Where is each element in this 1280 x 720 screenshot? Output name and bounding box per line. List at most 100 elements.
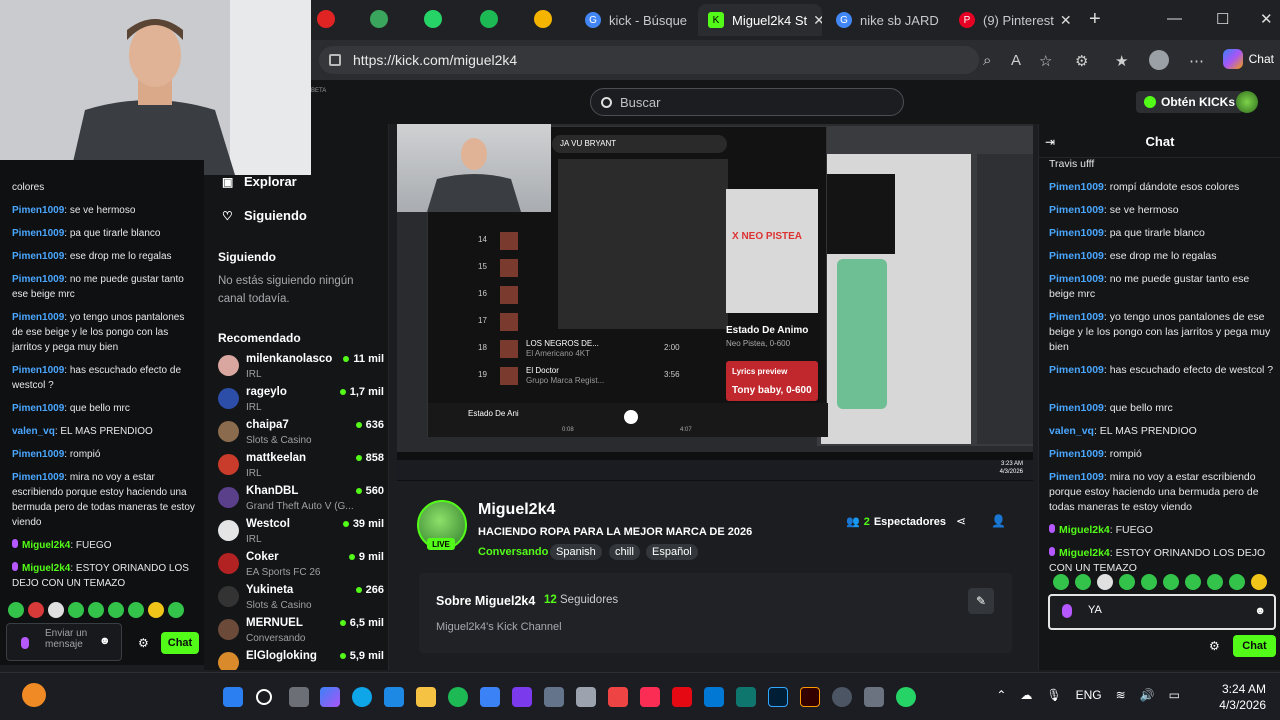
chat-username[interactable]: Pimen1009: [1049, 402, 1104, 414]
emote-icon[interactable]: [1185, 574, 1201, 590]
app-icon[interactable]: [576, 687, 596, 707]
chat-username[interactable]: valen_vq: [1049, 425, 1094, 437]
chat-username[interactable]: Pimen1009: [1049, 273, 1104, 285]
taskbar-clock[interactable]: 3:24 AM 4/3/2026: [1219, 681, 1266, 713]
mic-icon[interactable]: 🎙: [1046, 688, 1061, 702]
recommended-channel[interactable]: KhanDBL Grand Theft Auto V (G... 560: [218, 485, 388, 517]
recommended-channel[interactable]: rageylo IRL 1,7 mil: [218, 386, 388, 418]
battery-icon[interactable]: ▭: [1169, 688, 1180, 702]
chat-username[interactable]: Pimen1009: [1049, 227, 1104, 239]
edge-icon[interactable]: [352, 687, 372, 707]
emoji-icon[interactable]: ☻: [1254, 605, 1266, 617]
video-player[interactable]: JA VU BRYANT X NEO PISTEA Estado De Anim…: [397, 124, 1033, 481]
task-view-icon[interactable]: [289, 687, 309, 707]
file-explorer-icon[interactable]: [416, 687, 436, 707]
recommended-channel[interactable]: MERNUEL Conversando 6,5 mil: [218, 617, 388, 649]
spotify-icon[interactable]: [448, 687, 468, 707]
app-icon[interactable]: [608, 687, 628, 707]
recommended-channel[interactable]: chaipa7 Slots & Casino 636: [218, 419, 388, 451]
chat-username[interactable]: Pimen1009: [1049, 181, 1104, 193]
nav-following[interactable]: ♡ Siguiendo: [222, 208, 307, 223]
chat-username[interactable]: Pimen1009: [12, 449, 64, 460]
chat-username[interactable]: Pimen1009: [12, 228, 64, 239]
get-kicks-button[interactable]: Obtén KICKs: [1136, 91, 1244, 113]
wifi-icon[interactable]: ≋: [1116, 688, 1126, 702]
close-tab-icon[interactable]: ✕: [687, 12, 693, 29]
chat-username[interactable]: Miguel2k4: [1059, 524, 1110, 536]
close-window-icon[interactable]: ✕: [1260, 10, 1273, 28]
tag-spanish[interactable]: Spanish: [550, 544, 602, 560]
music-icon[interactable]: [640, 687, 660, 707]
chat-username[interactable]: Pimen1009: [1049, 448, 1104, 460]
calculator-icon[interactable]: [704, 687, 724, 707]
tab-kick-search[interactable]: G kick - Búsque ✕: [575, 4, 693, 36]
emote-icon[interactable]: [1119, 574, 1135, 590]
chat-username[interactable]: Pimen1009: [1049, 311, 1104, 323]
chat-username[interactable]: Pimen1009: [12, 251, 64, 262]
favorites-icon[interactable]: ★: [1115, 52, 1128, 70]
recommended-channel[interactable]: milenkanolasco IRL 11 mil: [218, 353, 388, 385]
settings-icon[interactable]: [864, 687, 884, 707]
copilot-icon[interactable]: [320, 687, 340, 707]
app-icon[interactable]: [544, 687, 564, 707]
url-bar[interactable]: https://kick.com/miguel2k4: [319, 46, 979, 74]
chat-username[interactable]: Pimen1009: [12, 312, 64, 323]
chevron-up-icon[interactable]: ⌃: [996, 688, 1006, 702]
chat-settings-icon[interactable]: ⚙: [1209, 639, 1220, 653]
chat-input[interactable]: YA ☻: [1048, 594, 1276, 630]
chat-username[interactable]: valen_vq: [12, 426, 55, 437]
weather-widget-icon[interactable]: [22, 683, 46, 707]
tag-espanol[interactable]: Español: [646, 544, 698, 560]
emote-icon[interactable]: [1251, 574, 1267, 590]
chat-username[interactable]: Miguel2k4: [22, 540, 70, 551]
emote-icon[interactable]: [1229, 574, 1245, 590]
extensions-icon[interactable]: ⚙: [1075, 52, 1088, 70]
zoom-icon[interactable]: ⌕: [983, 52, 991, 69]
chat-username[interactable]: Pimen1009: [12, 205, 64, 216]
emote-icon[interactable]: [1075, 574, 1091, 590]
store-icon[interactable]: [384, 687, 404, 707]
emote-icon[interactable]: [1163, 574, 1179, 590]
tab-miguel2k4[interactable]: K Miguel2k4 St ✕: [698, 4, 822, 36]
photoshop-icon[interactable]: [768, 687, 788, 707]
volume-icon[interactable]: 🔊: [1140, 688, 1155, 702]
emote-icon[interactable]: [1097, 574, 1113, 590]
minimize-icon[interactable]: —: [1167, 10, 1182, 27]
tab-nike[interactable]: G nike sb JARD ✕: [826, 4, 944, 36]
maximize-icon[interactable]: ☐: [1216, 10, 1229, 28]
defender-icon[interactable]: [480, 687, 500, 707]
chat-username[interactable]: Pimen1009: [1049, 471, 1104, 483]
close-tab-icon[interactable]: ✕: [807, 12, 822, 29]
language-indicator[interactable]: ENG: [1076, 688, 1102, 702]
whatsapp-icon[interactable]: [896, 687, 916, 707]
chat-username[interactable]: Pimen1009: [12, 403, 64, 414]
xbox-pinned-tab[interactable]: [370, 10, 388, 28]
spotify-pinned-tab[interactable]: [480, 10, 498, 28]
app-icon[interactable]: [832, 687, 852, 707]
app-icon[interactable]: [736, 687, 756, 707]
netflix-icon[interactable]: [672, 687, 692, 707]
search-input[interactable]: Buscar: [590, 88, 904, 116]
recommended-channel[interactable]: Yukineta Slots & Casino 266: [218, 584, 388, 616]
youtube-pinned-tab[interactable]: [317, 10, 335, 28]
chat-username[interactable]: Pimen1009: [12, 365, 64, 376]
favorite-star-icon[interactable]: ☆: [1039, 52, 1052, 70]
app-icon[interactable]: [512, 687, 532, 707]
stream-category[interactable]: Conversando: [478, 546, 548, 558]
emote-icon[interactable]: [1141, 574, 1157, 590]
chat-username[interactable]: Miguel2k4: [22, 563, 70, 574]
chat-username[interactable]: Pimen1009: [1049, 250, 1104, 262]
start-icon[interactable]: [223, 687, 243, 707]
send-chat-button[interactable]: Chat: [1233, 635, 1276, 657]
copilot-chat-button[interactable]: Chat: [1222, 49, 1274, 69]
channel-name[interactable]: Miguel2k4: [478, 501, 555, 519]
read-aloud-icon[interactable]: A: [1011, 52, 1021, 69]
search-icon[interactable]: [256, 689, 272, 705]
emote-icon[interactable]: [1207, 574, 1223, 590]
recommended-channel[interactable]: ElGlogloking 5,9 mil: [218, 650, 388, 670]
more-menu-icon[interactable]: ⋯: [1189, 52, 1204, 70]
whatsapp-pinned-tab[interactable]: [424, 10, 442, 28]
chat-username[interactable]: Pimen1009: [12, 274, 64, 285]
tag-chill[interactable]: chill: [609, 544, 640, 560]
chat-username[interactable]: Miguel2k4: [1059, 547, 1110, 559]
